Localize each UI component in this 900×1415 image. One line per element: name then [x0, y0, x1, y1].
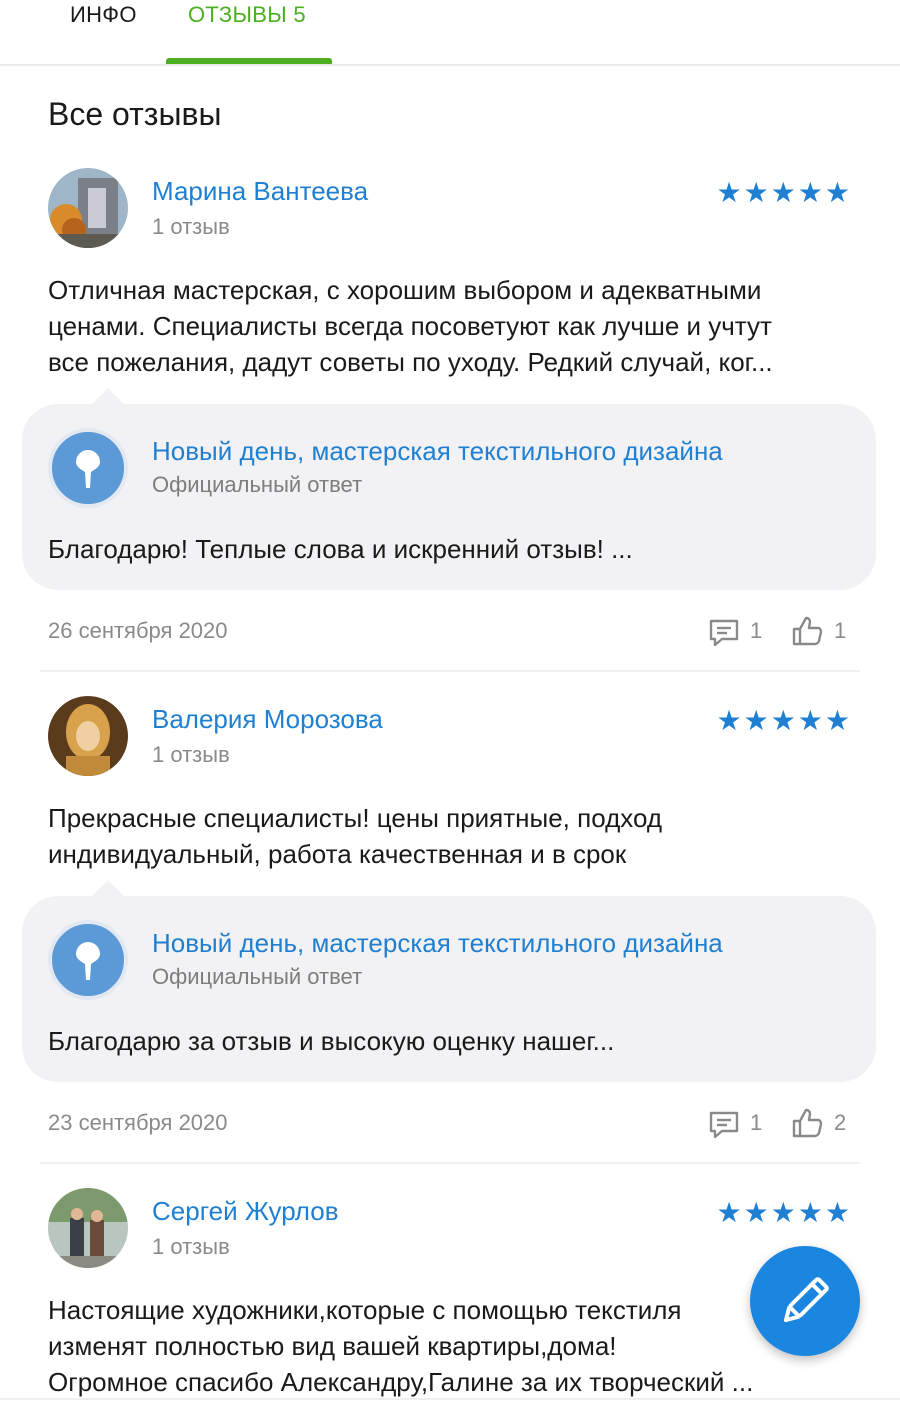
- official-reply[interactable]: Новый день, мастерская текстильного диза…: [22, 388, 876, 590]
- reply-text: Благодарю за отзыв и высокую оценку наше…: [48, 1026, 615, 1056]
- review-date: 23 сентября 2020: [48, 1110, 228, 1135]
- comment-count: 1: [750, 618, 763, 643]
- bottom-edge: [0, 1398, 900, 1415]
- review-text-line: изменят полностью вид вашей квартиры,дом…: [48, 1331, 617, 1361]
- comment-icon[interactable]: [708, 1110, 740, 1140]
- avatar[interactable]: [48, 1188, 128, 1268]
- review-text[interactable]: Отличная мастерская, с хорошим выбором и…: [48, 272, 848, 380]
- thumbs-up-icon[interactable]: [790, 614, 824, 648]
- thumbs-up-icon[interactable]: [790, 1106, 824, 1140]
- review-text-line: Настоящие художники,которые с помощью те…: [48, 1295, 682, 1325]
- review-author-count: 1 отзыв: [152, 1234, 230, 1259]
- comment-count: 1: [750, 1110, 763, 1135]
- reply-label: Официальный ответ: [152, 472, 363, 497]
- like-count: 1: [834, 618, 847, 643]
- company-logo: [48, 428, 128, 508]
- official-reply[interactable]: Новый день, мастерская текстильного диза…: [22, 880, 876, 1082]
- comment-icon[interactable]: [708, 618, 740, 648]
- reply-label: Официальный ответ: [152, 964, 363, 989]
- reply-pointer: [92, 388, 124, 404]
- rating-stars: ★★★★★: [716, 177, 852, 208]
- company-logo: [48, 920, 128, 1000]
- section-title: Все отзывы: [48, 96, 222, 132]
- active-tab-indicator: [166, 58, 332, 64]
- review-text[interactable]: Настоящие художники,которые с помощью те…: [48, 1292, 848, 1400]
- avatar[interactable]: [48, 696, 128, 776]
- pencil-icon: [783, 1277, 829, 1323]
- review-author-count: 1 отзыв: [152, 214, 230, 239]
- review-text-line: ценами. Специалисты всегда посоветуют ка…: [48, 311, 772, 341]
- reply-company-name[interactable]: Новый день, мастерская текстильного диза…: [152, 928, 723, 959]
- review-divider: [40, 670, 860, 672]
- review-divider: [40, 1162, 860, 1164]
- tab-reviews[interactable]: ОТЗЫВЫ 5: [188, 2, 306, 36]
- review-date: 26 сентября 2020: [48, 618, 228, 643]
- review-text-line: все пожелания, дадут советы по уходу. Ре…: [48, 347, 773, 377]
- avatar[interactable]: [48, 168, 128, 248]
- review-author-count: 1 отзыв: [152, 742, 230, 767]
- review-author[interactable]: Марина Вантеева: [152, 176, 368, 207]
- rating-stars: ★★★★★: [716, 1197, 852, 1228]
- review-text-line: Прекрасные специалисты! цены приятные, п…: [48, 803, 663, 833]
- rating-stars: ★★★★★: [716, 705, 852, 736]
- reply-company-name[interactable]: Новый день, мастерская текстильного диза…: [152, 436, 723, 467]
- review-author[interactable]: Валерия Морозова: [152, 704, 383, 735]
- like-count: 2: [834, 1110, 847, 1135]
- reply-text: Благодарю! Теплые слова и искренний отзы…: [48, 534, 633, 564]
- reply-pointer: [92, 880, 124, 896]
- review-text-line: индивидуальный, работа качественная и в …: [48, 839, 627, 869]
- tab-bar: ИНФО ОТЗЫВЫ 5: [0, 0, 900, 66]
- review-text-line: Огромное спасибо Александру,Галине за их…: [48, 1367, 754, 1397]
- write-review-button[interactable]: [750, 1246, 860, 1356]
- tab-info[interactable]: ИНФО: [70, 2, 137, 36]
- review-text-line: Отличная мастерская, с хорошим выбором и…: [48, 275, 762, 305]
- review-author[interactable]: Сергей Журлов: [152, 1196, 339, 1227]
- review-text[interactable]: Прекрасные специалисты! цены приятные, п…: [48, 800, 848, 872]
